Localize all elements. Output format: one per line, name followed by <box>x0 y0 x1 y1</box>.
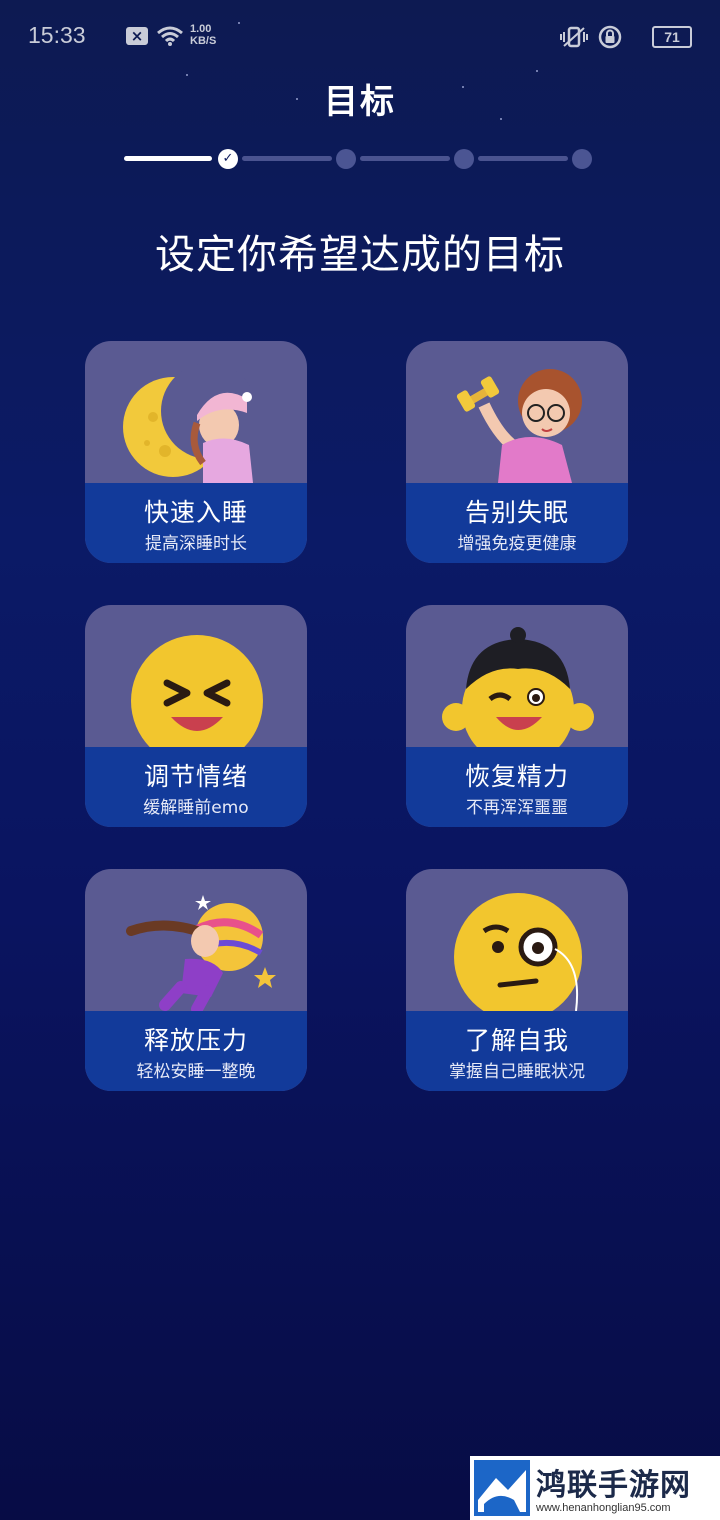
goal-subtitle: 轻松安睡一整晚 <box>136 1062 256 1082</box>
card-label-area: 快速入睡 提高深睡时长 <box>85 483 307 563</box>
stepper-dot <box>572 149 592 169</box>
card-label-area: 了解自我 掌握自己睡眠状况 <box>406 1011 628 1091</box>
star-decoration <box>536 70 538 72</box>
stepper-segment <box>242 156 332 161</box>
laughing-face-illustration <box>131 635 263 747</box>
goal-title: 释放压力 <box>143 1026 248 1055</box>
page-title: 目标 <box>324 82 396 122</box>
network-speed-value: 1.00 <box>190 23 212 35</box>
watermark-logo-icon <box>474 1460 530 1516</box>
goal-card-release-stress[interactable]: 释放压力 轻松安睡一整晚 <box>85 869 307 1091</box>
goal-card-beat-insomnia[interactable]: 告别失眠 增强免疫更健康 <box>406 341 628 563</box>
goal-subtitle: 掌握自己睡眠状况 <box>449 1062 585 1082</box>
planet-girl-illustration <box>126 895 276 1011</box>
goal-title: 快速入睡 <box>143 498 248 527</box>
winking-boy-illustration <box>442 627 594 747</box>
goal-title: 了解自我 <box>464 1026 569 1055</box>
battery-icon: 71 <box>652 26 692 48</box>
goal-subtitle: 不再浑浑噩噩 <box>466 798 568 818</box>
card-label-area: 告别失眠 增强免疫更健康 <box>406 483 628 563</box>
stepper-dot <box>336 149 356 169</box>
card-label-area: 调节情绪 缓解睡前emo <box>85 747 307 827</box>
goal-subtitle: 增强免疫更健康 <box>457 534 577 554</box>
goal-card-fall-asleep[interactable]: 快速入睡 提高深睡时长 <box>85 341 307 563</box>
stepper-segment-done <box>124 156 212 161</box>
vibrate-icon <box>560 26 588 48</box>
moon-sleep-illustration <box>123 363 257 483</box>
wifi-icon <box>157 26 183 46</box>
monocle-face-illustration <box>454 893 582 1011</box>
rotation-lock-icon <box>598 25 622 49</box>
stepper-segment <box>478 156 568 161</box>
goal-card-know-yourself[interactable]: 了解自我 掌握自己睡眠状况 <box>406 869 628 1091</box>
goal-card-restore-energy[interactable]: 恢复精力 不再浑浑噩噩 <box>406 605 628 827</box>
card-label-area: 释放压力 轻松安睡一整晚 <box>85 1011 307 1091</box>
stepper-dot <box>454 149 474 169</box>
goal-title: 调节情绪 <box>143 762 248 791</box>
card-label-area: 恢复精力 不再浑浑噩噩 <box>406 747 628 827</box>
status-bar: 15:33 × 1.00 KB/S 71 <box>28 22 692 54</box>
site-watermark: 鸿联手游网 www.henanhonglian95.com <box>470 1456 720 1520</box>
dumbbell-girl-illustration <box>456 369 582 483</box>
goal-subtitle: 提高深睡时长 <box>145 534 247 554</box>
network-speed-unit: KB/S <box>190 35 217 47</box>
close-notification-icon: × <box>126 27 148 45</box>
progress-stepper: ✓ <box>124 148 594 170</box>
watermark-name: 鸿联手游网 <box>536 1468 691 1503</box>
stepper-segment <box>360 156 450 161</box>
check-icon: ✓ <box>218 149 238 169</box>
watermark-url: www.henanhonglian95.com <box>536 1502 671 1514</box>
goal-card-regulate-mood[interactable]: 调节情绪 缓解睡前emo <box>85 605 307 827</box>
status-time: 15:33 <box>28 22 86 48</box>
headline: 设定你希望达成的目标 <box>155 232 565 278</box>
goal-title: 恢复精力 <box>464 762 569 791</box>
goal-title: 告别失眠 <box>464 498 569 527</box>
goal-subtitle: 缓解睡前emo <box>143 798 249 818</box>
network-speed: 1.00 KB/S <box>190 23 230 47</box>
